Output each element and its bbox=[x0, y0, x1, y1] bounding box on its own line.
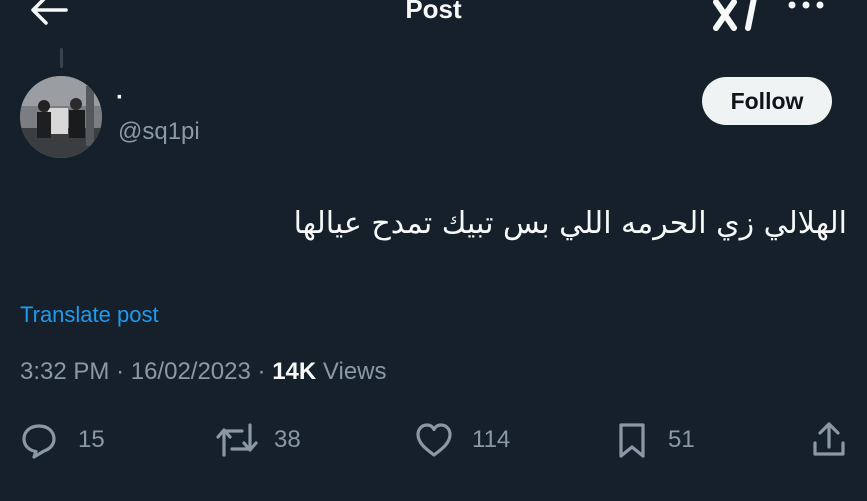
post-time[interactable]: 3:32 PM bbox=[20, 358, 109, 385]
avatar[interactable] bbox=[20, 76, 102, 158]
follow-button[interactable]: Follow bbox=[702, 77, 832, 125]
grok-icon bbox=[713, 0, 757, 31]
display-name[interactable]: · bbox=[116, 86, 124, 110]
meta-separator: · bbox=[257, 358, 266, 385]
reply-count: 15 bbox=[78, 426, 105, 453]
share-icon bbox=[813, 422, 845, 456]
grok-button[interactable] bbox=[712, 0, 764, 32]
views-label: Views bbox=[322, 358, 387, 385]
like-count: 114 bbox=[472, 426, 511, 453]
translate-post-link[interactable]: Translate post bbox=[20, 302, 159, 328]
post-meta: 3:32 PM · 16/02/2023 · 14K Views bbox=[20, 358, 387, 386]
bookmark-icon bbox=[619, 423, 645, 458]
reply-icon bbox=[22, 424, 56, 459]
reply-button[interactable]: 15 bbox=[20, 418, 105, 462]
like-button[interactable]: 114 bbox=[414, 418, 510, 462]
post-text: الهلالي زي الحرمه اللي بس تبيك تمدح عيال… bbox=[293, 206, 847, 241]
repost-button[interactable]: 38 bbox=[214, 418, 301, 462]
avatar-image bbox=[20, 76, 102, 158]
more-icon bbox=[788, 1, 824, 9]
user-handle[interactable]: @sq1pi bbox=[118, 118, 200, 146]
more-button[interactable] bbox=[782, 0, 830, 20]
repost-count: 38 bbox=[274, 426, 301, 453]
meta-separator: · bbox=[116, 358, 125, 385]
bookmark-count: 51 bbox=[668, 426, 695, 453]
bookmark-button[interactable]: 51 bbox=[616, 418, 695, 462]
thread-connector bbox=[60, 48, 63, 68]
top-bar: Post bbox=[0, 0, 867, 40]
repost-icon bbox=[216, 423, 258, 457]
like-icon bbox=[416, 423, 452, 457]
post-date[interactable]: 16/02/2023 bbox=[131, 358, 251, 385]
share-button[interactable] bbox=[810, 418, 848, 462]
views-count: 14K bbox=[272, 358, 317, 385]
